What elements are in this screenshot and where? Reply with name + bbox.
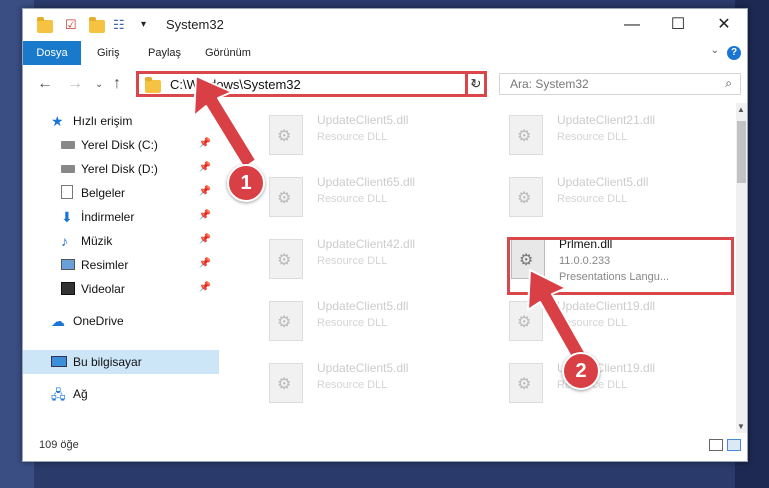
step-2-badge: 2 [562,352,600,390]
step-1-badge: 1 [227,164,265,202]
arrow-2 [527,269,587,363]
annotation-overlay [193,75,587,363]
arrow-1 [193,75,257,169]
